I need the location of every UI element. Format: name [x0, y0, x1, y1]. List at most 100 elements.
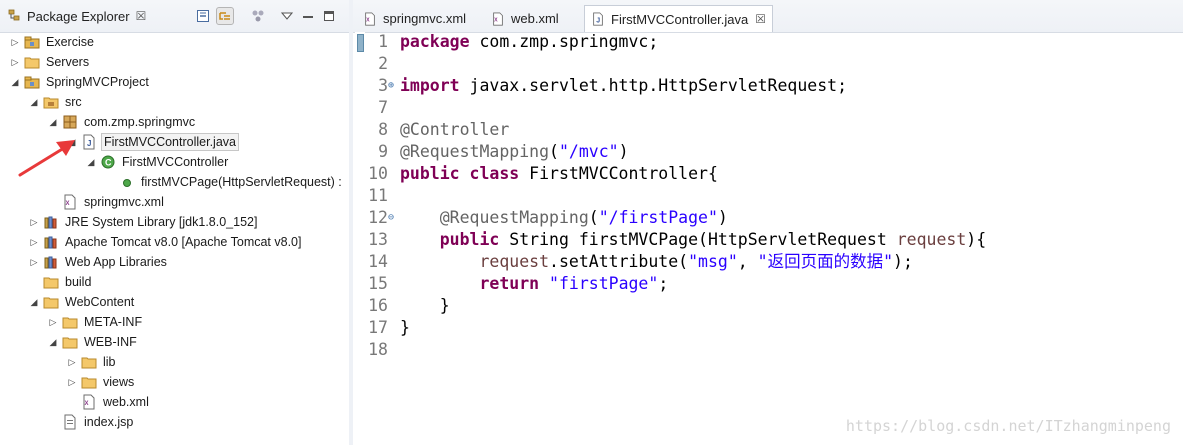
code-line[interactable]: 3 ⊕ import javax.servlet.http.HttpServletR…	[353, 75, 1183, 97]
expand-icon[interactable]: ▷	[10, 57, 20, 68]
tree-item[interactable]: ◢ C FirstMVCController	[86, 152, 230, 172]
tree-item[interactable]: ▷ views	[67, 372, 136, 392]
code-line[interactable]: 9 @RequestMapping("/mvc")	[353, 141, 1183, 163]
code-line[interactable]: 7	[353, 97, 1183, 119]
line-number: 12	[368, 208, 388, 227]
expand-icon[interactable]: ▷	[29, 217, 39, 228]
tree-item[interactable]: ▷ Web App Libraries	[29, 252, 169, 272]
collapse-icon[interactable]: ◢	[67, 137, 77, 148]
code-token: )	[618, 142, 629, 161]
tree-item[interactable]: ◢ com.zmp.springmvc	[48, 112, 197, 132]
close-icon[interactable]: ☒	[755, 12, 766, 26]
svg-text:J: J	[87, 139, 91, 148]
code-line[interactable]: 13 public String firstMVCPage(HttpServle…	[353, 229, 1183, 251]
line-number: 14	[368, 252, 388, 271]
code-line[interactable]: 11	[353, 185, 1183, 207]
fold-toggle-icon[interactable]: ⊕	[388, 75, 398, 97]
minimize-icon[interactable]	[299, 7, 317, 25]
line-number: 18	[368, 340, 388, 359]
fold-toggle-icon[interactable]: ⊖	[388, 207, 398, 229]
tree-item-label: SpringMVCProject	[46, 75, 149, 89]
collapse-icon[interactable]: ◢	[29, 297, 39, 308]
tree-item[interactable]: firstMVCPage(HttpServletRequest) :	[105, 172, 344, 192]
tree-item-label: Servers	[46, 55, 90, 69]
tree-item[interactable]: ◢ WEB-INF	[48, 332, 139, 352]
collapse-icon[interactable]: ◢	[48, 337, 58, 348]
line-number: 15	[368, 274, 388, 293]
code-text: import javax.servlet.http.HttpServletReq…	[400, 75, 847, 97]
code-text: }	[400, 295, 450, 317]
package-explorer-icon	[8, 9, 20, 21]
tree-item[interactable]: ◢ J FirstMVCController.java	[67, 132, 239, 152]
expand-icon[interactable]: ▷	[67, 357, 77, 368]
svg-text:X: X	[494, 17, 498, 23]
code-token: javax.servlet.http.HttpServletRequest;	[459, 76, 848, 95]
expand-icon[interactable]: ▷	[67, 377, 77, 388]
expand-icon[interactable]: ▷	[48, 317, 58, 328]
tree-item[interactable]: ▷ lib	[67, 352, 118, 372]
svg-text:X: X	[366, 17, 370, 23]
code-line[interactable]: 15 return "firstPage";	[353, 273, 1183, 295]
code-line[interactable]: 1 package com.zmp.springmvc;	[353, 31, 1183, 53]
tree-item[interactable]: ◢ src	[29, 92, 84, 112]
close-icon[interactable]: ☒	[136, 9, 147, 23]
tree-item[interactable]: ◢ SpringMVCProject	[10, 72, 151, 92]
code-line[interactable]: 8 @Controller	[353, 119, 1183, 141]
code-token: "msg"	[688, 252, 738, 271]
tree-item[interactable]: ▷ Servers	[10, 52, 91, 72]
expand-icon[interactable]: ▷	[29, 257, 39, 268]
tree-item-label: build	[65, 275, 92, 289]
expand-icon[interactable]: ▷	[10, 37, 20, 48]
package-explorer-title: Package Explorer	[27, 8, 130, 24]
line-number: 7	[378, 98, 388, 117]
editor-tab[interactable]: Xspringmvc.xml	[357, 5, 472, 32]
line-number: 8	[378, 120, 388, 139]
package-explorer-tab[interactable]: Package Explorer ☒	[4, 4, 150, 28]
tree-item[interactable]: build	[29, 272, 93, 292]
folder-icon	[62, 337, 78, 349]
tree-item[interactable]: ▷ JRE System Library [jdk1.8.0_152]	[29, 212, 259, 232]
collapse-icon[interactable]: ◢	[29, 97, 39, 108]
tree-item-label: com.zmp.springmvc	[84, 115, 196, 129]
editor-tab[interactable]: J FirstMVCController.java ☒	[584, 5, 774, 32]
maximize-icon[interactable]	[320, 7, 338, 25]
code-token: "/mvc"	[558, 142, 619, 161]
collapse-icon[interactable]: ◢	[86, 157, 96, 168]
focus-icon[interactable]	[249, 7, 267, 25]
tree-item-label: src	[65, 95, 82, 109]
collapse-icon[interactable]: ◢	[10, 77, 20, 88]
tree-item[interactable]: ▷ Apache Tomcat v8.0 [Apache Tomcat v8.0]	[29, 232, 303, 252]
link-with-editor-icon[interactable]	[216, 7, 234, 25]
code-line[interactable]: 16 }	[353, 295, 1183, 317]
code-line[interactable]: 2	[353, 53, 1183, 75]
code-token: }	[400, 296, 450, 315]
tree-item[interactable]: Xspringmvc.xml	[48, 192, 166, 212]
code-token: public	[400, 164, 460, 183]
folder-icon	[43, 277, 59, 289]
tree-item[interactable]: ◢ WebContent	[29, 292, 136, 312]
code-line[interactable]: 17}	[353, 317, 1183, 339]
folder-icon	[81, 357, 97, 369]
expand-icon[interactable]: ▷	[29, 237, 39, 248]
view-menu-icon[interactable]	[278, 7, 296, 25]
method-icon	[123, 179, 131, 187]
editor-tab-bar: Xspringmvc.xml Xweb.xml J FirstMVCControlle…	[353, 0, 1183, 33]
code-token: request	[479, 252, 550, 271]
collapse-all-icon[interactable]	[194, 7, 212, 25]
code-line[interactable]: 14 request.setAttribute("msg", "返回页面的数据"…	[353, 251, 1183, 273]
tree-item[interactable]: Xweb.xml	[67, 392, 151, 412]
tree-item[interactable]: ▷ META-INF	[48, 312, 144, 332]
code-text: public class FirstMVCController{	[400, 163, 718, 185]
svg-text:J: J	[596, 18, 600, 25]
folder-icon	[43, 297, 59, 309]
code-line[interactable]: 18	[353, 339, 1183, 361]
tree-item[interactable]: ▷ Exercise	[10, 32, 96, 52]
code-token: class	[469, 164, 520, 183]
code-line[interactable]: 12 ⊖ @RequestMapping("/firstPage")	[353, 207, 1183, 229]
collapse-icon[interactable]: ◢	[48, 117, 58, 128]
editor-tab[interactable]: Xweb.xml	[485, 5, 565, 32]
tree-item[interactable]: index.jsp	[48, 412, 135, 432]
code-line[interactable]: 10 public class FirstMVCController{	[353, 163, 1183, 185]
svg-text:X: X	[66, 201, 70, 207]
